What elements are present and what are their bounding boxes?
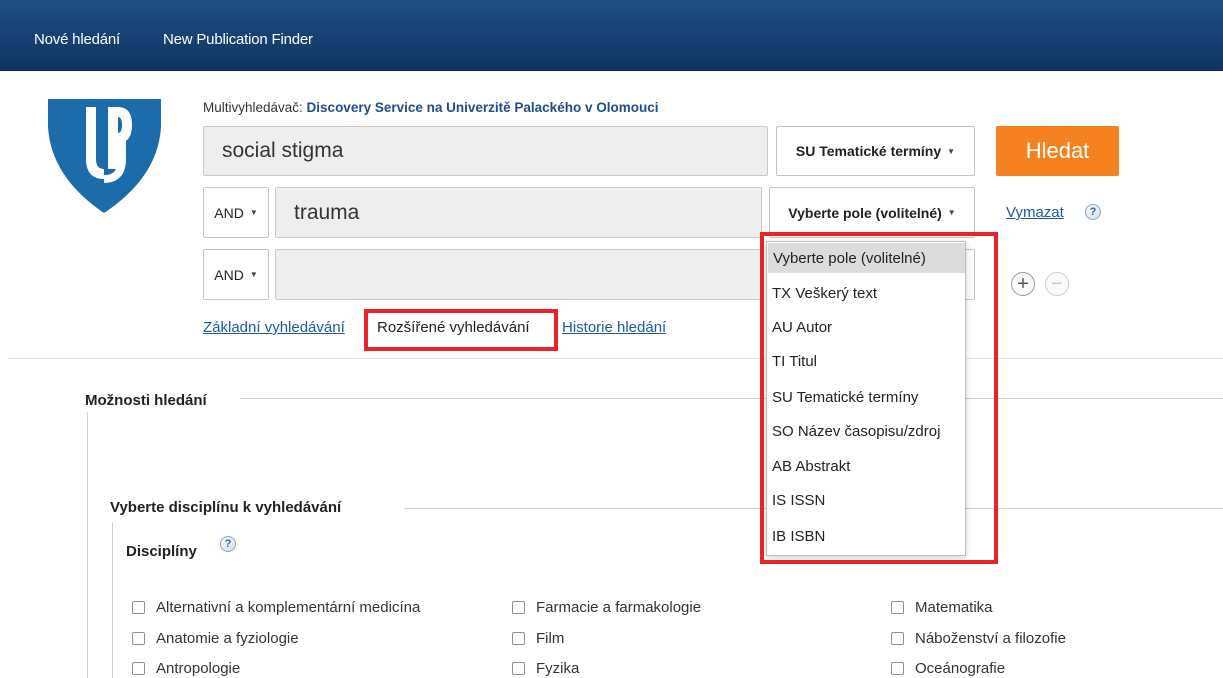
checkbox-icon[interactable] (891, 601, 904, 614)
discipline-checkbox[interactable]: Film (512, 630, 564, 647)
database-link[interactable]: Discovery Service na Univerzitě Palackéh… (307, 100, 659, 115)
basic-search-link[interactable]: Základní vyhledávání (203, 319, 345, 336)
options-title: Možnosti hledání (85, 392, 213, 409)
discipline-title: Vyberte disciplínu k vyhledávání (110, 499, 348, 516)
highlight-box-field-menu (760, 232, 998, 564)
search-input-3[interactable] (275, 249, 762, 300)
bool-select-2[interactable]: AND ▼ (203, 187, 269, 238)
field-select-1[interactable]: SU Tematické termíny ▼ (776, 126, 975, 176)
remove-row-icon[interactable]: − (1045, 272, 1069, 296)
search-input-1[interactable]: social stigma (203, 126, 768, 176)
bool-select-2-label: AND (214, 204, 244, 221)
nav-new-search[interactable]: Nové hledání (34, 31, 120, 48)
discipline-checkbox[interactable]: Farmacie a farmakologie (512, 599, 701, 616)
database-line: Multivyhledávač: Discovery Service na Un… (203, 100, 658, 115)
highlight-box-advanced (364, 309, 558, 351)
discipline-left-line (112, 522, 113, 678)
discipline-checkbox[interactable]: Anatomie a fyziologie (132, 630, 299, 647)
field-select-1-label: SU Tematické termíny (795, 143, 942, 159)
search-history-link[interactable]: Historie hledání (562, 319, 666, 336)
checkbox-icon[interactable] (132, 632, 145, 645)
checkbox-icon[interactable] (891, 632, 904, 645)
nav-publication-finder[interactable]: New Publication Finder (163, 31, 313, 48)
checkbox-icon[interactable] (891, 662, 904, 675)
disciplines-label: Disciplíny (126, 543, 197, 560)
database-prefix: Multivyhledávač: (203, 100, 307, 115)
options-left-line (87, 412, 88, 678)
discipline-checkbox[interactable]: Alternativní a komplementární medicína (132, 599, 420, 616)
clear-link[interactable]: Vymazat (1006, 204, 1064, 221)
checkbox-icon[interactable] (512, 601, 525, 614)
field-select-2-label: Vyberte pole (volitelné) (788, 204, 942, 221)
checkbox-icon[interactable] (132, 662, 145, 675)
discipline-checkbox[interactable]: Antropologie (132, 660, 240, 677)
checkbox-icon[interactable] (512, 662, 525, 675)
discipline-checkbox[interactable]: Náboženství a filozofie (891, 630, 1066, 647)
section-divider (8, 358, 1223, 359)
discipline-checkbox[interactable]: Fyzika (512, 660, 579, 677)
checkbox-icon[interactable] (132, 601, 145, 614)
help-icon[interactable]: ? (1085, 204, 1101, 220)
chevron-down-icon: ▼ (249, 208, 258, 217)
search-button[interactable]: Hledat (996, 126, 1119, 176)
field-select-2[interactable]: Vyberte pole (volitelné) ▼ (769, 187, 975, 238)
university-logo (48, 99, 161, 213)
bool-select-3-label: AND (214, 266, 244, 283)
top-nav-bar: Nové hledání New Publication Finder (0, 0, 1223, 71)
chevron-down-icon: ▼ (249, 270, 258, 279)
chevron-down-icon: ▼ (947, 146, 956, 156)
discipline-checkbox[interactable]: Matematika (891, 599, 993, 616)
add-row-icon[interactable]: + (1011, 272, 1035, 296)
options-top-line (240, 398, 1223, 399)
chevron-down-icon: ▼ (947, 208, 956, 217)
disciplines-help-icon[interactable]: ? (220, 536, 236, 552)
bool-select-3[interactable]: AND ▼ (203, 249, 269, 300)
search-input-2[interactable]: trauma (275, 187, 762, 238)
checkbox-icon[interactable] (512, 632, 525, 645)
discipline-checkbox[interactable]: Oceánografie (891, 660, 1005, 677)
